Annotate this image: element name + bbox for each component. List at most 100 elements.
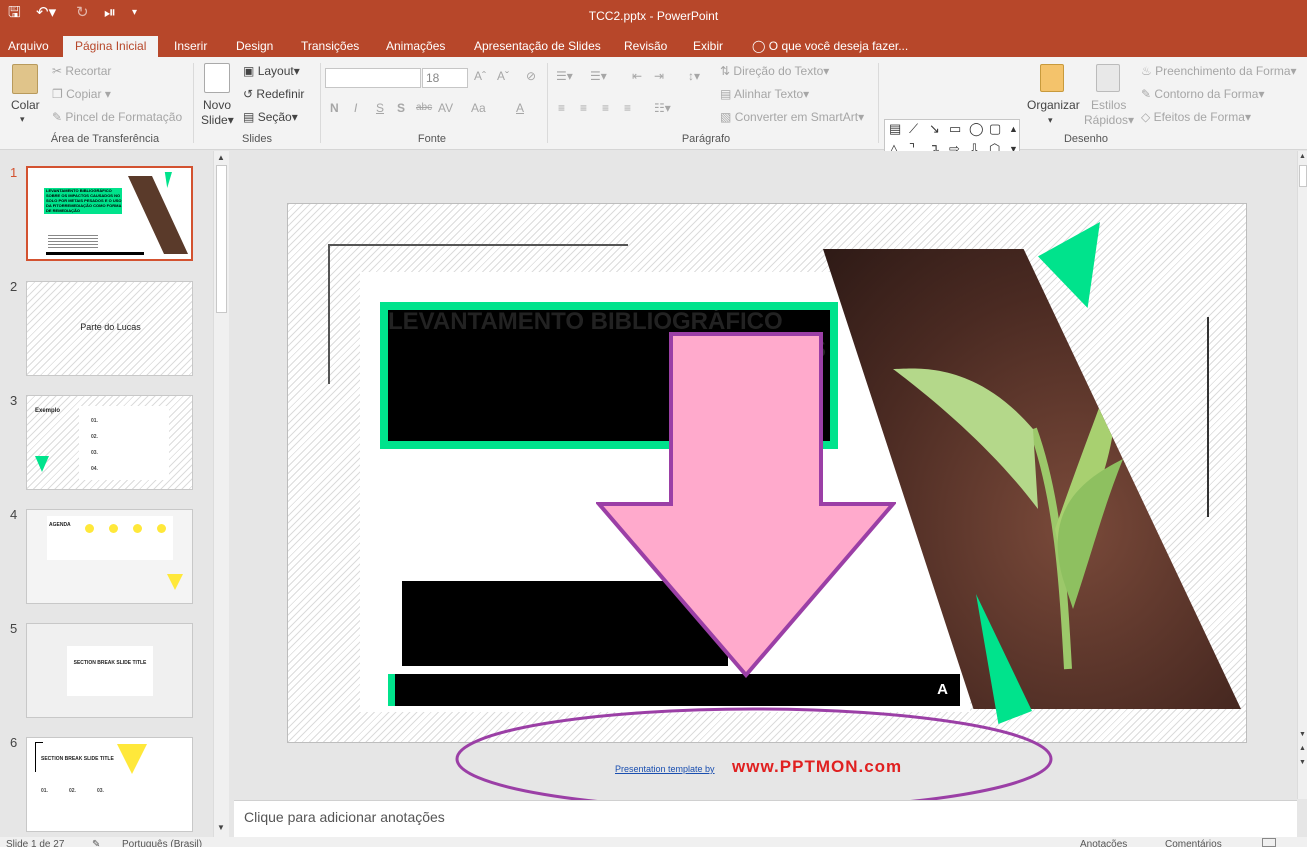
paste-dropdown-icon[interactable]: ▾ [20, 111, 25, 127]
underline-button[interactable]: S [376, 100, 384, 116]
thumbnail-number: 5 [10, 621, 18, 636]
reset-button[interactable]: ↺ Redefinir [243, 86, 304, 102]
normal-view-icon[interactable] [1262, 838, 1276, 847]
arrange-button[interactable]: Organizar [1027, 97, 1080, 113]
quick-styles-label-2[interactable]: Rápidos▾ [1084, 112, 1134, 128]
font-size-combo[interactable]: 18 [422, 68, 468, 88]
scroll-up-icon[interactable]: ▲ [1299, 153, 1306, 160]
thumbnail-scrollbar[interactable]: ▲ ▼ [213, 151, 229, 837]
slide-canvas[interactable]: LEVANTAMENTO BIBLIOGRÁFICO S A [287, 203, 1247, 743]
align-text-button[interactable]: ▤ Alinhar Texto▾ [720, 86, 809, 102]
tab-inserir[interactable]: Inserir [172, 36, 209, 57]
shadow-button[interactable]: S [397, 100, 405, 116]
tab-exibir[interactable]: Exibir [691, 36, 725, 57]
line-spacing-icon[interactable]: ↕▾ [688, 68, 700, 84]
thumb-title: Exemplo [35, 408, 61, 414]
clear-format-icon[interactable]: ⊘ [526, 68, 536, 84]
thumbnail-slide-2[interactable]: Parte do Lucas [26, 281, 193, 376]
text-direction-button[interactable]: ⇅ Direção do Texto▾ [720, 63, 829, 79]
scroll-down-icon[interactable]: ▼ [217, 823, 225, 832]
font-name-combo[interactable] [325, 68, 421, 88]
new-slide-icon[interactable] [204, 63, 230, 93]
green-triangle-top[interactable] [1038, 222, 1100, 308]
tab-apresentacao[interactable]: Apresentação de Slides [472, 36, 603, 57]
format-painter-label: Pincel de Formatação [65, 110, 183, 124]
chevron-down-icon: ▾ [291, 110, 298, 124]
change-case-button[interactable]: Aa [471, 100, 486, 116]
bullets-icon[interactable]: ☰▾ [556, 68, 573, 84]
italic-button[interactable]: I [354, 100, 357, 116]
footer-bar[interactable]: A [388, 674, 960, 706]
scroll-thumb[interactable] [216, 165, 227, 313]
format-painter-button[interactable]: ✎ Pincel de Formatação [52, 109, 182, 125]
numbering-icon[interactable]: ☰▾ [590, 68, 607, 84]
notes-pane[interactable]: Clique para adicionar anotações [234, 800, 1297, 837]
tab-arquivo[interactable]: Arquivo [6, 36, 51, 57]
thumb-title: LEVANTAMENTO BIBLIOGRÁFICO SOBRE OS IMPA… [46, 188, 122, 213]
effects-icon: ◇ [1141, 110, 1151, 124]
previous-slide-icon[interactable]: ▲ [1299, 745, 1306, 752]
align-center-icon[interactable]: ≡ [580, 100, 587, 116]
new-slide-label-1[interactable]: Novo [203, 97, 231, 113]
indent-icon[interactable]: ⇥ [654, 68, 664, 84]
tab-pagina-inicial[interactable]: Página Inicial [63, 36, 159, 57]
thumbnail-slide-6[interactable]: SECTION BREAK SLIDE TITLE 01. 02. 03. [26, 737, 193, 832]
thumb-content-card: 01. 02. 03. 04. [79, 406, 169, 480]
quick-styles-label-1[interactable]: Estilos [1091, 97, 1126, 113]
thumb-green-triangle [35, 456, 49, 472]
tab-animacoes[interactable]: Animações [384, 36, 447, 57]
tell-me-box[interactable]: ◯ O que você deseja fazer... [750, 36, 910, 57]
shape-effects-button[interactable]: ◇ Efeitos de Forma▾ [1141, 109, 1251, 125]
arrange-icon[interactable] [1040, 64, 1064, 92]
scroll-down-icon[interactable]: ▼ [1299, 731, 1306, 738]
font-color-button[interactable]: A [516, 100, 524, 116]
cut-button[interactable]: ✂ Recortar [52, 63, 111, 79]
thumbnail-slide-1[interactable]: LEVANTAMENTO BIBLIOGRÁFICO SOBRE OS IMPA… [26, 166, 193, 261]
notes-placeholder: Clique para adicionar anotações [244, 809, 445, 825]
columns-icon[interactable]: ☷▾ [654, 100, 671, 116]
next-slide-icon[interactable]: ▼ [1299, 759, 1306, 766]
thumb-image [128, 176, 188, 254]
down-arrow-annotation[interactable] [596, 332, 896, 678]
thumb-green-triangle [164, 172, 172, 188]
scroll-thumb[interactable] [1299, 165, 1307, 187]
paste-icon[interactable] [12, 64, 38, 94]
smartart-button[interactable]: ▧ Converter em SmartArt▾ [720, 109, 864, 125]
layout-button[interactable]: ▣ Layout▾ [243, 63, 300, 79]
shape-fill-button[interactable]: ♨ Preenchimento da Forma▾ [1141, 63, 1297, 79]
section-button[interactable]: ▤ Seção▾ [243, 109, 298, 125]
tab-design[interactable]: Design [234, 36, 275, 57]
char-spacing-button[interactable]: AV [438, 100, 453, 116]
align-text-icon: ▤ [720, 87, 732, 101]
paste-button[interactable]: Colar [11, 97, 40, 113]
grow-font-icon[interactable]: Aˆ [474, 68, 486, 84]
notes-toggle[interactable]: Anotações [1080, 839, 1127, 847]
proofing-icon[interactable]: ✎ [92, 839, 100, 847]
new-slide-label-2[interactable]: Slide▾ [201, 112, 234, 128]
thumbnail-slide-4[interactable]: AGENDA [26, 509, 193, 604]
outdent-icon[interactable]: ⇤ [632, 68, 642, 84]
language-indicator[interactable]: Português (Brasil) [122, 839, 202, 847]
strikethrough-button[interactable]: abc [416, 100, 432, 116]
thumbnail-slide-3[interactable]: Exemplo 01. 02. 03. 04. [26, 395, 193, 490]
chevron-down-icon[interactable]: ▾ [1048, 112, 1053, 128]
shape-outline-button[interactable]: ✎ Contorno da Forma▾ [1141, 86, 1265, 102]
thumbnail-slide-5[interactable]: SECTION BREAK SLIDE TITLE [26, 623, 193, 718]
tab-revisao[interactable]: Revisão [622, 36, 669, 57]
credit-link[interactable]: Presentation template by [615, 764, 715, 774]
section-icon: ▤ [243, 110, 255, 124]
scroll-up-icon[interactable]: ▲ [217, 153, 225, 162]
shrink-font-icon[interactable]: Aˇ [497, 68, 509, 84]
brand-logo[interactable]: www.PPTMON.com [732, 757, 902, 777]
window-title: TCC2.pptx - PowerPoint [588, 9, 719, 23]
align-left-icon[interactable]: ≡ [558, 100, 565, 116]
justify-icon[interactable]: ≡ [624, 100, 631, 116]
bold-button[interactable]: N [330, 100, 339, 116]
quick-styles-icon[interactable] [1096, 64, 1120, 92]
copy-button[interactable]: ❐ Copiar ▾ [52, 86, 111, 102]
comments-toggle[interactable]: Comentários [1165, 839, 1222, 847]
tab-transicoes[interactable]: Transições [299, 36, 361, 57]
align-right-icon[interactable]: ≡ [602, 100, 609, 116]
canvas-scrollbar[interactable]: ▲ ▼ ▲ ▼ [1297, 151, 1307, 799]
thumb-dot [85, 524, 94, 533]
